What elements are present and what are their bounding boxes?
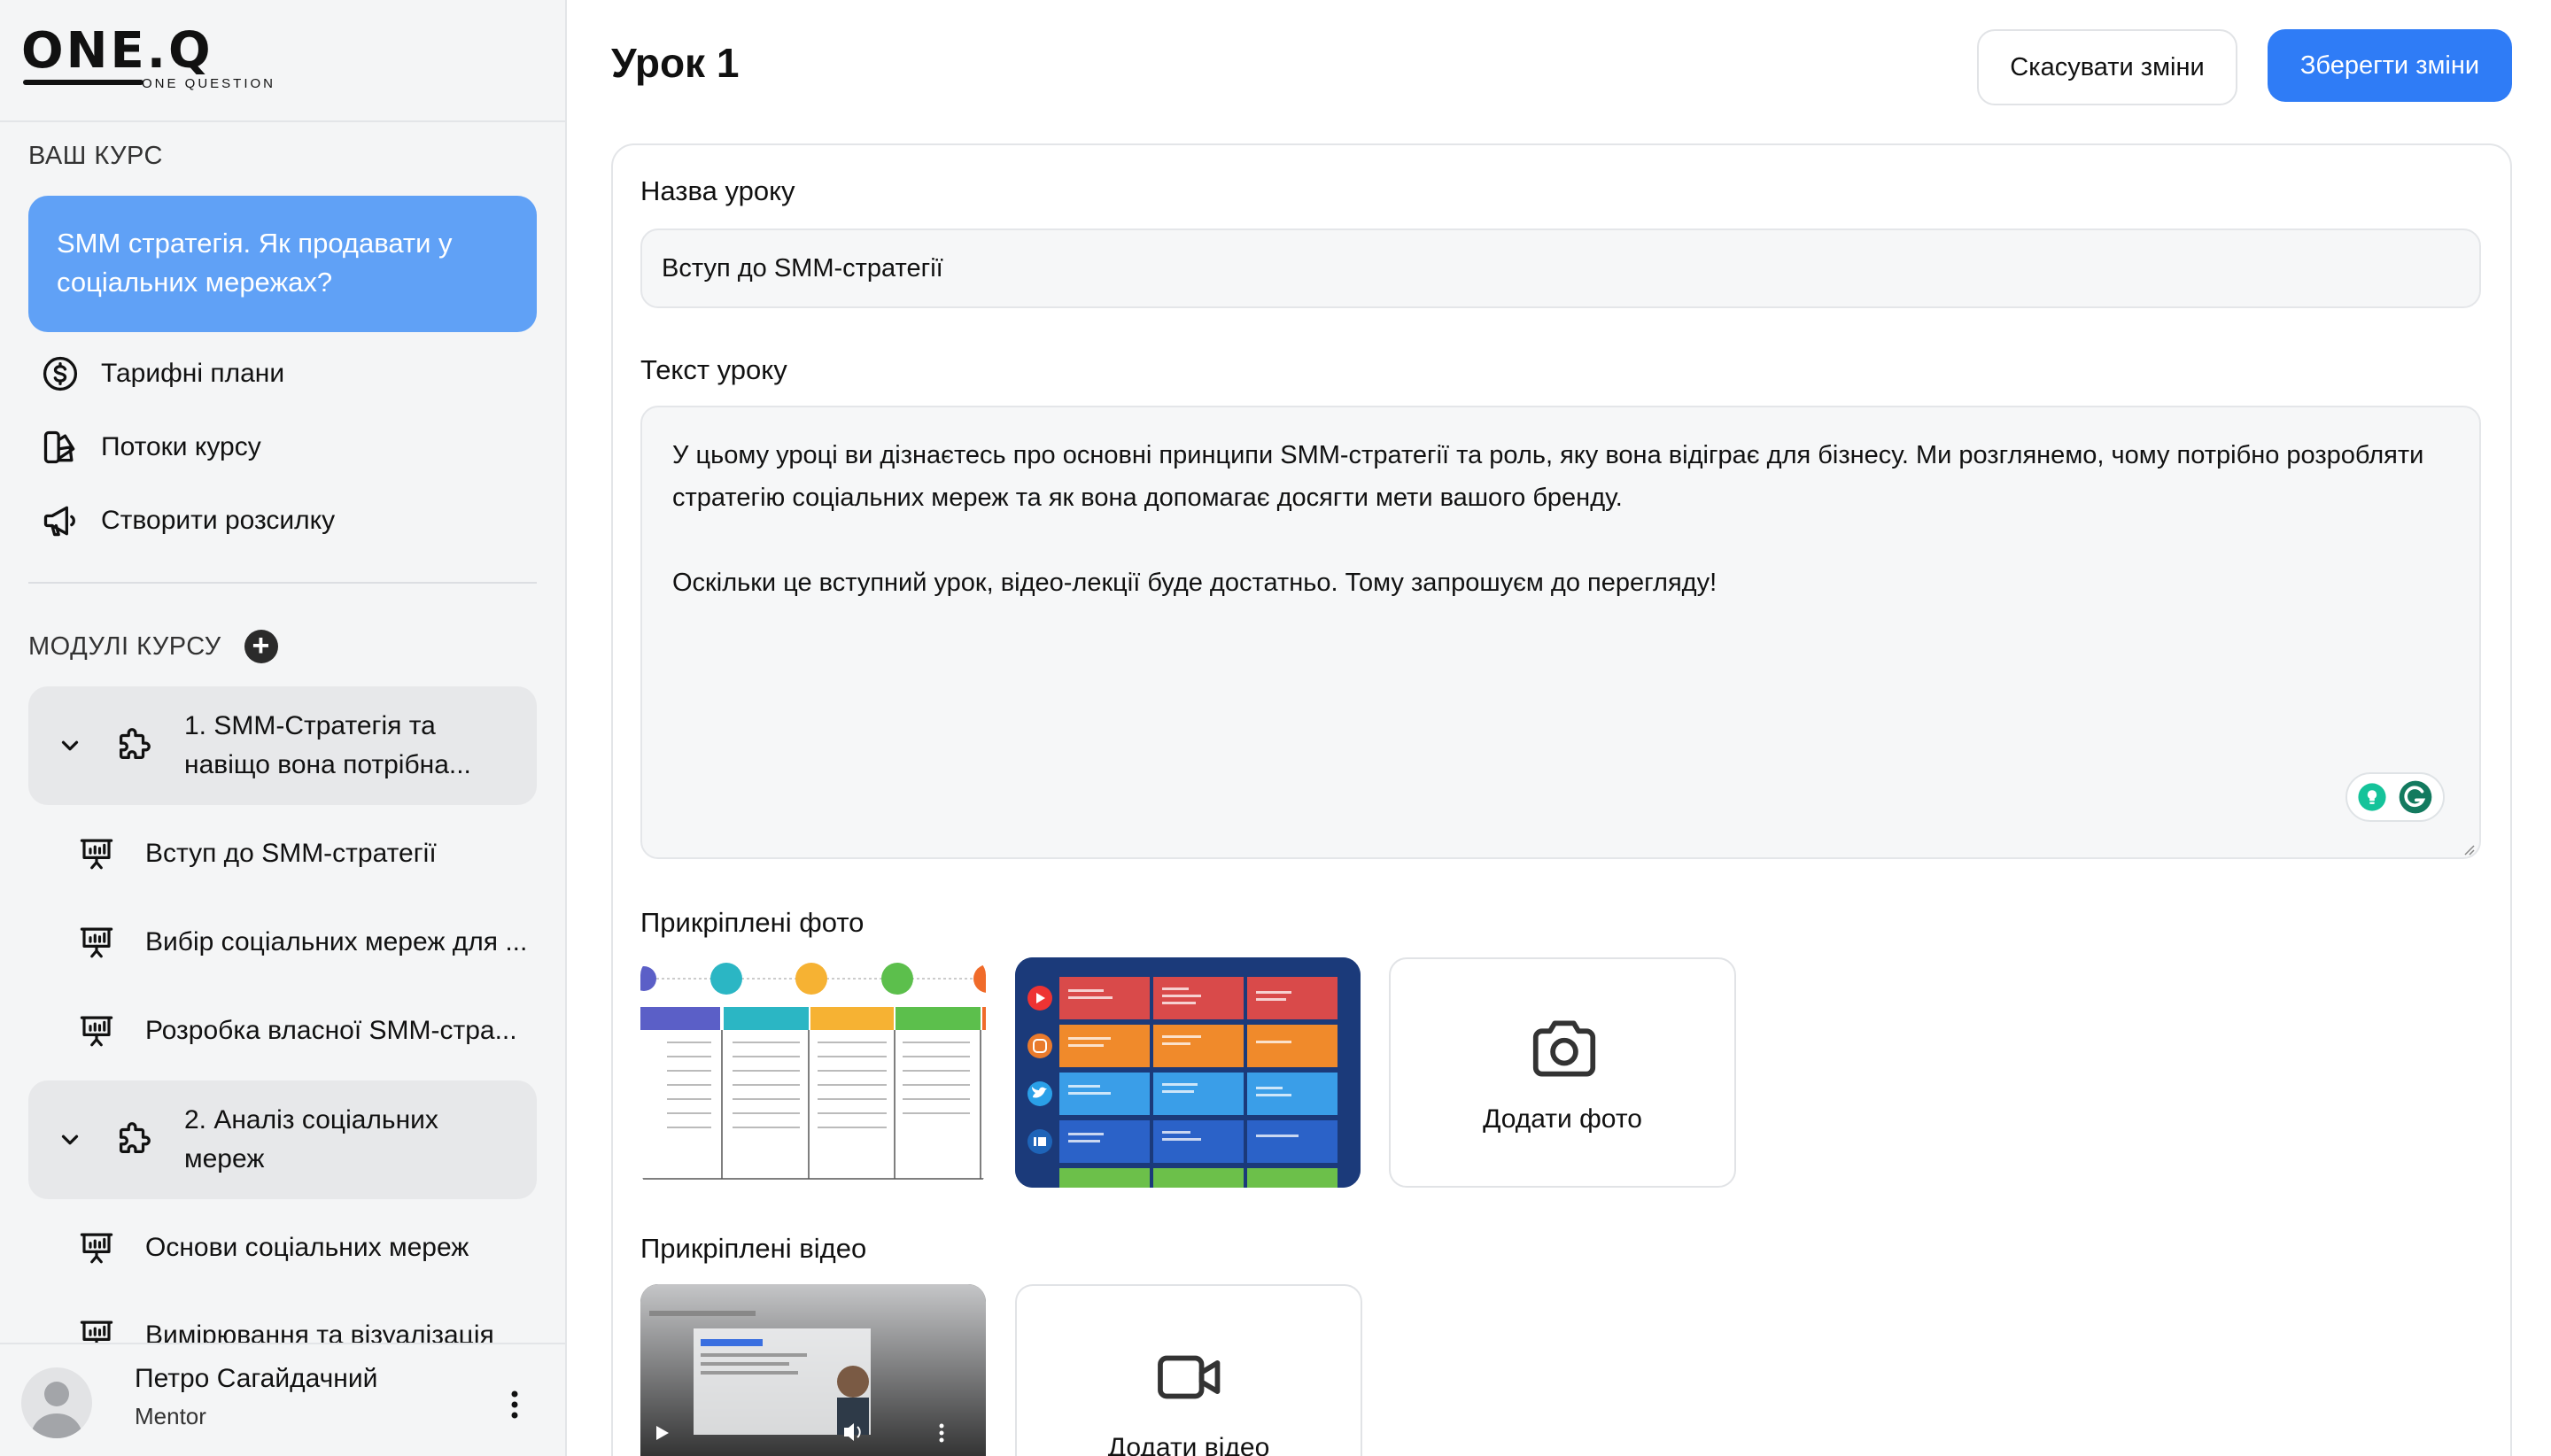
logo-underline: [23, 80, 143, 85]
sidebar-divider: [28, 582, 537, 584]
save-changes-button[interactable]: Зберегти зміни: [2268, 29, 2512, 102]
layers-icon: [43, 430, 75, 464]
presentation-icon: [80, 927, 113, 958]
menu-item-label: Потоки курсу: [101, 432, 261, 461]
lesson-title: Вступ до SMM-стратегії: [145, 839, 437, 868]
logo-text: ONE.Q: [21, 22, 213, 80]
menu-item-label: Тарифні плани: [101, 359, 285, 388]
attached-photos-label: Прикріплені фото: [640, 907, 865, 938]
menu-item-label: Створити розсилку: [101, 506, 336, 535]
camera-icon: [1532, 1020, 1596, 1077]
menu-item-create-mailing[interactable]: Створити розсилку: [41, 494, 335, 547]
sidebar: ONE.Q ONE QUESTION ВАШ КУРС SMM стратегі…: [0, 0, 567, 1456]
module-item-2[interactable]: 2. Аналіз соціальних мереж: [28, 1080, 537, 1199]
lightbulb-icon: [2358, 783, 2386, 811]
resize-handle-icon[interactable]: [2461, 841, 2475, 856]
grammarly-icon: [2399, 780, 2431, 814]
menu-item-course-streams[interactable]: Потоки курсу: [41, 421, 261, 474]
more-vertical-icon[interactable]: [503, 1387, 526, 1422]
video-camera-icon: [1158, 1355, 1221, 1399]
cancel-changes-button[interactable]: Скасувати зміни: [1977, 29, 2237, 105]
lesson-item[interactable]: Вступ до SMM-стратегії: [78, 829, 437, 879]
lesson-item[interactable]: Вибір соціальних мереж для ...: [78, 918, 527, 967]
lesson-title: Розробка власної SMM-стра...: [145, 1016, 517, 1045]
user-profile-bar: Петро Сагайдачний Mentor: [0, 1343, 565, 1456]
add-module-button[interactable]: +: [244, 630, 278, 663]
lesson-text-area[interactable]: У цьому уроці ви дізнаєтесь про основні …: [640, 406, 2481, 859]
photo-thumbnail-social-grid[interactable]: [1015, 957, 1361, 1188]
user-role: Mentor: [135, 1403, 206, 1429]
lesson-item[interactable]: Основи соціальних мереж: [78, 1223, 469, 1273]
modules-header: МОДУЛІ КУРСУ +: [28, 630, 278, 663]
logo[interactable]: ONE.Q ONE QUESTION: [0, 0, 565, 122]
module-title: 2. Аналіз соціальних мереж: [184, 1105, 438, 1173]
lesson-name-label: Назва уроку: [640, 175, 795, 206]
add-video-label: Додати відео: [1107, 1433, 1270, 1456]
dollar-circle-icon: [43, 356, 78, 391]
lesson-item[interactable]: Розробка власної SMM-стра...: [78, 1006, 517, 1056]
lesson-name-input[interactable]: Вступ до SMM-стратегії: [640, 228, 2481, 308]
user-name: Петро Сагайдачний: [135, 1364, 378, 1393]
megaphone-icon: [43, 506, 75, 537]
video-thumbnail[interactable]: [640, 1284, 986, 1456]
current-course-card[interactable]: SMM стратегія. Як продавати у соціальних…: [28, 196, 537, 332]
presentation-icon: [80, 1016, 113, 1047]
smart-goals-image: [640, 957, 986, 1188]
video-preview-image: [640, 1284, 986, 1456]
lesson-title: Вибір соціальних мереж для ...: [145, 927, 528, 956]
photo-thumbnail-smart[interactable]: [640, 957, 986, 1188]
lesson-text-paragraph: Оскільки це вступний урок, відео-лекції …: [672, 569, 1717, 597]
page-title: Урок 1: [611, 40, 740, 86]
grammarly-widget[interactable]: [2346, 772, 2445, 822]
modules-label: МОДУЛІ КУРСУ: [28, 631, 221, 661]
chevron-down-icon[interactable]: [57, 732, 83, 759]
lesson-title: Основи соціальних мереж: [145, 1233, 469, 1262]
add-photo-button[interactable]: Додати фото: [1389, 957, 1736, 1188]
user-placeholder-icon: [30, 1382, 83, 1438]
your-course-label: ВАШ КУРС: [28, 142, 163, 170]
add-video-button[interactable]: Додати відео: [1015, 1284, 1362, 1456]
social-media-table-image: [1015, 957, 1361, 1188]
attached-videos-label: Прикріплені відео: [640, 1233, 867, 1264]
puzzle-icon: [119, 728, 151, 760]
presentation-icon: [80, 1233, 113, 1264]
logo-tagline: ONE QUESTION: [142, 76, 276, 91]
lesson-text-label: Текст уроку: [640, 354, 787, 385]
module-item-1[interactable]: 1. SMM-Стратегія та навіщо вона потрібна…: [28, 686, 537, 805]
presentation-icon: [80, 839, 113, 870]
avatar[interactable]: [21, 1367, 92, 1438]
puzzle-icon: [119, 1122, 151, 1154]
menu-item-pricing-plans[interactable]: Тарифні плани: [41, 347, 284, 400]
lesson-text-paragraph: У цьому уроці ви дізнаєтесь про основні …: [672, 441, 2424, 512]
add-photo-label: Додати фото: [1483, 1104, 1642, 1134]
module-title: 1. SMM-Стратегія та навіщо вона потрібна…: [184, 711, 471, 779]
chevron-down-icon[interactable]: [57, 1127, 83, 1153]
